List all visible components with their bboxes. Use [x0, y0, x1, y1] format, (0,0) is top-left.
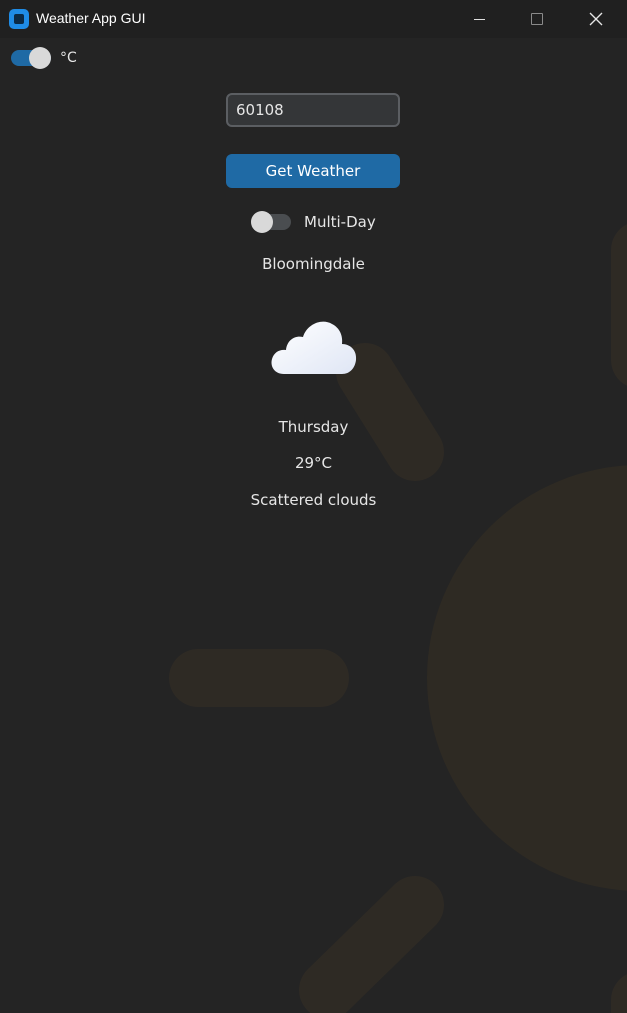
close-icon [589, 12, 603, 26]
unit-toggle-knob[interactable] [29, 47, 51, 69]
title-bar: Weather App GUI [0, 0, 627, 38]
city-name: Bloomingdale [262, 255, 365, 273]
forecast-day: Thursday [278, 418, 349, 436]
minimize-icon [473, 18, 485, 20]
cloud-icon [271, 321, 357, 374]
close-button[interactable] [567, 0, 625, 38]
app-window: Weather App GUI °C Get Weather Multi-Day… [0, 0, 627, 1013]
unit-toggle[interactable] [11, 47, 51, 69]
multi-day-label: Multi-Day [304, 213, 376, 231]
app-icon [9, 9, 29, 29]
unit-label: °C [60, 50, 77, 66]
minimize-button[interactable] [450, 0, 508, 38]
window-title: Weather App GUI [36, 10, 146, 26]
temperature: 29°C [294, 454, 333, 472]
multi-day-toggle-knob[interactable] [251, 211, 273, 233]
maximize-button[interactable] [508, 0, 566, 38]
multi-day-toggle[interactable] [251, 211, 291, 233]
maximize-icon [531, 13, 543, 25]
weather-description: Scattered clouds [250, 491, 377, 509]
get-weather-button[interactable]: Get Weather [226, 154, 400, 188]
zip-code-input[interactable] [226, 93, 400, 127]
